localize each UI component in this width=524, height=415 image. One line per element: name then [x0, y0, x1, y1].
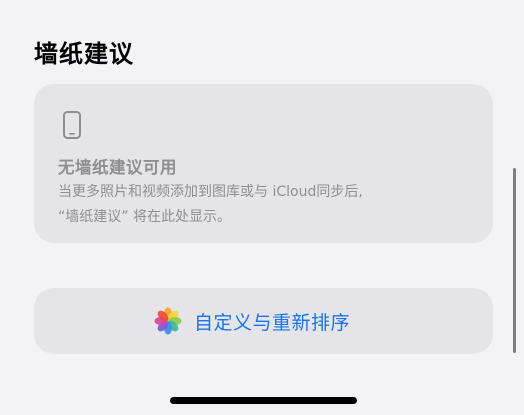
wallpaper-suggestions-sheet: 墙纸建议 无墙纸建议可用 当更多照片和视频添加到图库或与 iCloud同步后, … [0, 0, 524, 415]
description-line-2: “墙纸建议” 将在此处显示。 [58, 209, 231, 225]
photos-app-icon [154, 307, 182, 335]
description-line-1: 当更多照片和视频添加到图库或与 iCloud同步后, [58, 184, 363, 200]
iphone-icon [63, 111, 81, 139]
scrollbar[interactable] [513, 168, 516, 353]
empty-suggestions-card: 无墙纸建议可用 当更多照片和视频添加到图库或与 iCloud同步后, “墙纸建议… [34, 84, 493, 243]
home-indicator[interactable] [170, 397, 357, 404]
customize-reorder-label: 自定义与重新排序 [194, 311, 351, 334]
empty-state-heading: 无墙纸建议可用 [58, 158, 177, 177]
empty-state-description: 当更多照片和视频添加到图库或与 iCloud同步后, “墙纸建议” 将在此处显示… [58, 180, 478, 230]
customize-reorder-content: 自定义与重新排序 [154, 288, 350, 354]
customize-reorder-button[interactable]: 自定义与重新排序 [34, 288, 493, 354]
section-title: 墙纸建议 [34, 40, 134, 68]
